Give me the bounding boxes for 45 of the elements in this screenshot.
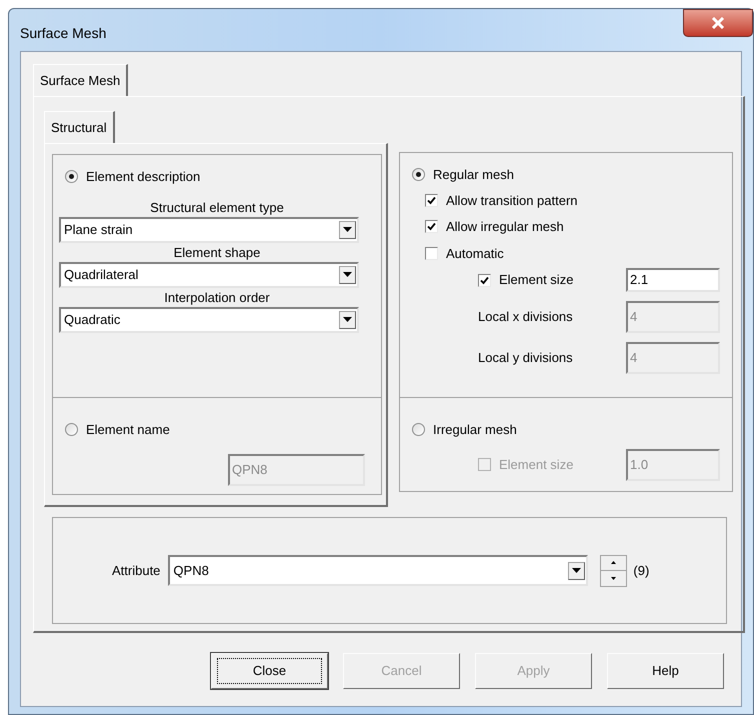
caret-icon — [343, 227, 352, 232]
field-label: Structural element type — [150, 198, 284, 216]
up-arrow-icon — [611, 561, 616, 564]
dropdown[interactable]: Quadratic — [59, 306, 359, 332]
close-icon — [711, 17, 725, 29]
radio-button[interactable] — [412, 168, 425, 182]
field-label: Attribute — [112, 562, 160, 580]
radio-button[interactable] — [65, 170, 78, 184]
checkbox-label: Automatic — [446, 244, 504, 262]
checkbox-label: Element size — [499, 456, 574, 474]
window-title: Surface Mesh — [20, 24, 106, 43]
dropdown-button[interactable] — [339, 220, 356, 238]
checkbox[interactable] — [425, 220, 438, 234]
checkbox[interactable] — [425, 246, 438, 260]
dialog-button[interactable]: Help — [607, 653, 724, 689]
checkbox[interactable] — [425, 194, 438, 207]
tab[interactable]: Structural — [44, 111, 115, 143]
field-label: Element shape — [174, 244, 260, 262]
radio-label: Irregular mesh — [433, 421, 517, 439]
close-button[interactable] — [683, 9, 753, 37]
radio-label: Element description — [86, 168, 200, 186]
radio-button[interactable] — [412, 423, 425, 436]
checkbox-label: Allow transition pattern — [446, 192, 578, 210]
dropdown-button[interactable] — [568, 562, 586, 580]
caret-icon — [343, 272, 352, 277]
checkbox-label: Allow irregular mesh — [446, 218, 564, 236]
checkbox-label: Element size — [499, 271, 574, 290]
dropdown[interactable]: QPN8 — [168, 555, 588, 586]
dropdown-button[interactable] — [339, 266, 356, 284]
dropdown[interactable]: Quadrilateral — [59, 262, 359, 288]
caret-icon — [343, 317, 352, 322]
field-label: Local y divisions — [478, 349, 574, 368]
count-label: (9) — [633, 562, 650, 580]
field-label: Local x divisions — [478, 308, 574, 326]
field-label: Interpolation order — [164, 288, 270, 306]
input-field[interactable]: 2.1 — [626, 268, 720, 292]
dropdown-button[interactable] — [339, 310, 356, 328]
caret-icon — [572, 568, 582, 573]
dropdown[interactable]: Plane strain — [59, 216, 359, 242]
down-arrow-icon — [611, 576, 616, 580]
tab[interactable]: Surface Mesh — [33, 64, 128, 96]
radio-label: Element name — [86, 421, 170, 439]
dialog-button[interactable]: Close — [211, 653, 328, 689]
radio-label: Regular mesh — [433, 166, 514, 184]
checkbox[interactable] — [478, 274, 491, 286]
